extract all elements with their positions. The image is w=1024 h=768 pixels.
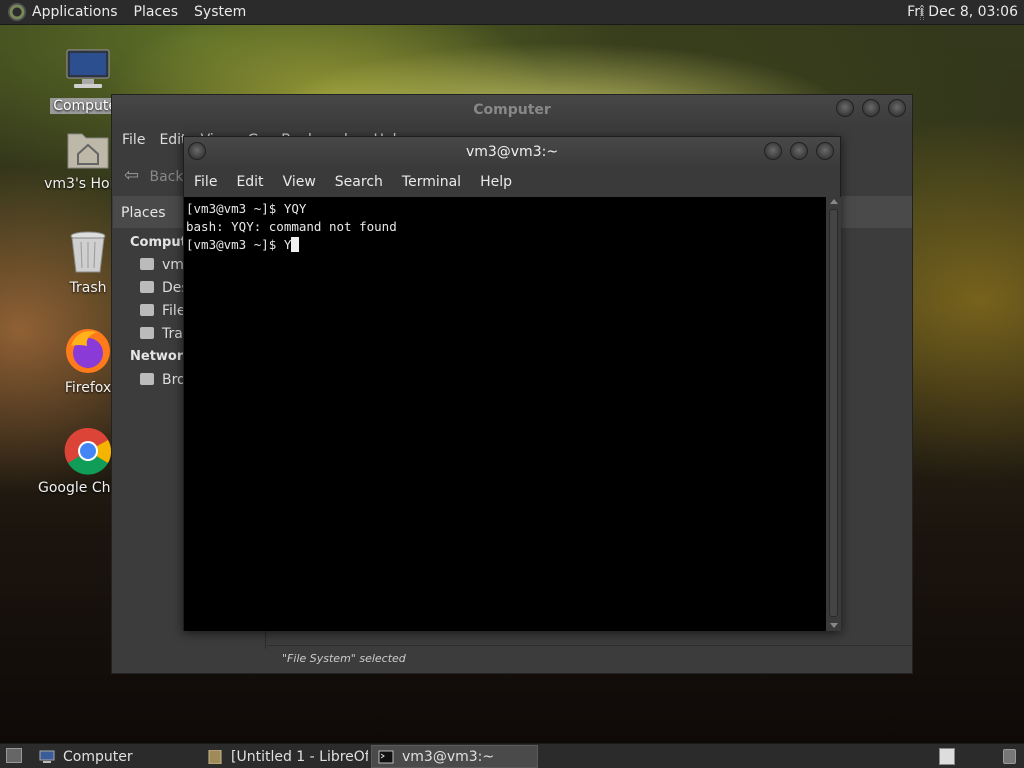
system-menu[interactable]: System (194, 4, 246, 20)
firefox-icon (66, 329, 110, 373)
back-button[interactable]: ⇦ Back (124, 165, 184, 186)
taskbar-item-libreoffice[interactable]: [Untitled 1 - LibreOf… (201, 745, 368, 768)
terminal-scrollbar[interactable] (826, 197, 841, 631)
gnome-foot-icon[interactable] (8, 3, 26, 21)
places-menu[interactable]: Places (134, 4, 179, 20)
terminal-menu-search[interactable]: Search (335, 174, 383, 190)
fm-title: Computer (473, 102, 551, 118)
sidebar-item-label: File System (162, 303, 184, 319)
workspace-switcher[interactable] (939, 748, 955, 765)
terminal-menu-file[interactable]: File (194, 174, 217, 190)
minimize-button[interactable] (836, 99, 854, 117)
text-cursor (291, 237, 300, 252)
fm-menu-file[interactable]: File (122, 132, 145, 148)
terminal-line: [vm3@vm3 ~]$ YQY (186, 201, 307, 216)
minimize-button[interactable] (764, 142, 782, 160)
fm-statusbar: "File System" selected (267, 645, 913, 673)
terminal-menubar: File Edit View Search Terminal Help (184, 167, 840, 197)
status-text: "File System" selected (282, 652, 406, 665)
trash-applet-icon[interactable] (1003, 749, 1016, 764)
maximize-button[interactable] (862, 99, 880, 117)
applications-menu[interactable]: Applications (32, 4, 118, 20)
terminal-menu-terminal[interactable]: Terminal (402, 174, 461, 190)
taskbar-item-computer[interactable]: Computer (33, 745, 198, 768)
scroll-down-arrow-icon[interactable] (830, 623, 838, 628)
terminal-window[interactable]: vm3@vm3:~ File Edit View Search Terminal… (183, 136, 841, 631)
terminal-menu-view[interactable]: View (283, 174, 316, 190)
clock[interactable]: Fri Dec 8, 03:06 (907, 4, 1018, 20)
taskbar-item-label: Computer (63, 748, 133, 765)
maximize-button[interactable] (790, 142, 808, 160)
fm-titlebar[interactable]: Computer (112, 95, 912, 125)
sidebar-item-filesystem[interactable]: File System (140, 303, 184, 319)
trash-icon (70, 231, 106, 273)
top-menu: Applications Places System (0, 0, 262, 25)
back-arrow-icon: ⇦ (124, 165, 140, 186)
home-folder-icon (67, 133, 109, 169)
sidebar-item-home[interactable]: vm3 (140, 257, 184, 273)
sidebar-item-label: Browse Network (162, 372, 184, 388)
chrome-icon (64, 427, 112, 475)
sidebar-item-label: vm3 (162, 257, 184, 273)
sidebar-item-label: Desktop (162, 280, 184, 296)
drive-icon (140, 304, 154, 316)
back-label: Back (149, 169, 184, 185)
desktop-icon (140, 281, 154, 293)
terminal-menu-help[interactable]: Help (480, 174, 512, 190)
terminal-title: vm3@vm3:~ (465, 144, 559, 160)
scrollbar-thumb[interactable] (829, 209, 838, 617)
scroll-up-arrow-icon[interactable] (830, 199, 838, 204)
close-button[interactable] (816, 142, 834, 160)
taskbar-item-label: vm3@vm3:~ (402, 748, 495, 765)
network-icon (140, 373, 154, 385)
terminal-titlebar[interactable]: vm3@vm3:~ (184, 137, 840, 167)
places-label: Places (121, 205, 166, 221)
close-button[interactable] (888, 99, 906, 117)
terminal-menu-edit[interactable]: Edit (236, 174, 263, 190)
sidebar-item-trash[interactable]: Trash (140, 326, 184, 342)
top-panel: Applications Places System Fri Dec 8, 03… (0, 0, 1024, 25)
terminal-output[interactable]: [vm3@vm3 ~]$ YQY bash: YQY: command not … (184, 197, 826, 631)
sidebar-item-desktop[interactable]: Desktop (140, 280, 184, 296)
taskbar-item-terminal[interactable]: vm3@vm3:~ (371, 745, 538, 768)
taskbar-item-label: [Untitled 1 - LibreOf… (231, 748, 368, 765)
terminal-line: [vm3@vm3 ~]$ Y (186, 237, 292, 252)
trash-icon (140, 327, 154, 339)
computer-icon (66, 49, 110, 88)
bottom-panel: Computer [Untitled 1 - LibreOf… vm3@vm3:… (0, 743, 1024, 768)
terminal-line: bash: YQY: command not found (186, 219, 397, 234)
terminal-prompt-line: [vm3@vm3 ~]$ Y (186, 236, 824, 254)
sidebar-item-label: Trash (162, 326, 184, 342)
computer-icon (39, 750, 55, 763)
show-desktop-icon[interactable] (6, 748, 22, 763)
home-icon (140, 258, 154, 270)
libreoffice-icon (208, 749, 222, 764)
terminal-icon (378, 750, 394, 763)
sidebar-item-browse-network[interactable]: Browse Network (140, 372, 184, 388)
